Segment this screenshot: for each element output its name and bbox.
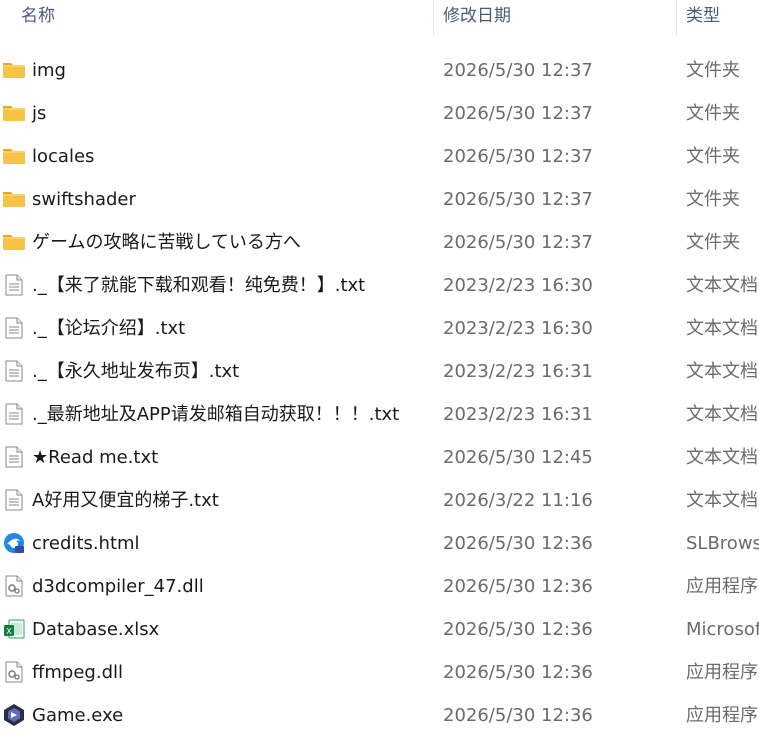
file-type: 应用程序扩展 xyxy=(686,662,759,683)
file-name: ._最新地址及APP请发邮箱自动获取！！！.txt xyxy=(32,404,400,425)
file-row[interactable]: swiftshader 2026/5/30 12:37 文件夹 xyxy=(0,178,759,221)
file-type: 文本文档 xyxy=(686,361,758,382)
file-modified-date: 2026/5/30 12:37 xyxy=(443,103,593,124)
file-type: 文件夹 xyxy=(686,103,740,124)
file-row[interactable]: ._【论坛介绍】.txt 2023/2/23 16:30 文本文档 xyxy=(0,307,759,350)
file-row[interactable]: locales 2026/5/30 12:37 文件夹 xyxy=(0,135,759,178)
dll-file-icon xyxy=(2,660,26,684)
file-modified-date: 2026/5/30 12:36 xyxy=(443,662,593,683)
column-header-type[interactable]: 类型 xyxy=(686,0,720,36)
file-name: ._【永久地址发布页】.txt xyxy=(32,361,240,382)
file-modified-date: 2026/5/30 12:36 xyxy=(443,705,593,726)
column-divider[interactable] xyxy=(433,0,434,36)
file-modified-date: 2026/5/30 12:36 xyxy=(443,533,593,554)
file-name: A好用又便宜的梯子.txt xyxy=(32,490,219,511)
dll-file-icon xyxy=(2,574,26,598)
file-modified-date: 2026/5/30 12:36 xyxy=(443,619,593,640)
file-modified-date: 2026/5/30 12:37 xyxy=(443,60,593,81)
folder-icon xyxy=(2,230,26,254)
file-modified-date: 2023/2/23 16:30 xyxy=(443,275,593,296)
file-name: img xyxy=(32,60,66,81)
file-type: 文本文档 xyxy=(686,404,758,425)
file-name: ゲームの攻略に苦戦している方へ xyxy=(32,232,301,253)
file-name: swiftshader xyxy=(32,189,136,210)
file-type: SLBrowser xyxy=(686,533,759,554)
column-header-name[interactable]: 名称 xyxy=(21,0,55,36)
file-row[interactable]: ゲームの攻略に苦戦している方へ 2026/5/30 12:37 文件夹 xyxy=(0,221,759,264)
folder-icon xyxy=(2,144,26,168)
file-modified-date: 2026/5/30 12:45 xyxy=(443,447,593,468)
file-modified-date: 2023/2/23 16:31 xyxy=(443,361,593,382)
file-name: ffmpeg.dll xyxy=(32,662,124,683)
file-list: img 2026/5/30 12:37 文件夹 js 2026/5/30 12:37 文件… xyxy=(0,49,759,735)
file-name: ★Read me.txt xyxy=(32,447,159,468)
browser-html-icon xyxy=(2,531,26,555)
file-row[interactable]: ._【永久地址发布页】.txt 2023/2/23 16:31 文本文档 xyxy=(0,350,759,393)
file-row[interactable]: d3dcompiler_47.dll 2026/5/30 12:36 应用程序扩展 xyxy=(0,565,759,608)
file-name: ._【论坛介绍】.txt xyxy=(32,318,186,339)
game-exe-icon xyxy=(2,703,26,727)
text-file-icon xyxy=(2,488,26,512)
file-name: Game.exe xyxy=(32,705,124,726)
file-modified-date: 2026/5/30 12:37 xyxy=(443,232,593,253)
file-row[interactable]: Game.exe 2026/5/30 12:36 应用程序 xyxy=(0,694,759,735)
file-row[interactable]: ._【来了就能下载和观看！纯免费！】.txt 2023/2/23 16:30 文本文… xyxy=(0,264,759,307)
file-row[interactable]: ffmpeg.dll 2026/5/30 12:36 应用程序扩展 xyxy=(0,651,759,694)
sort-chevron-up-icon: ^ xyxy=(216,0,226,5)
folder-icon xyxy=(2,187,26,211)
text-file-icon xyxy=(2,445,26,469)
svg-text:X: X xyxy=(6,627,12,636)
file-name: d3dcompiler_47.dll xyxy=(32,576,204,597)
file-type: 文本文档 xyxy=(686,490,758,511)
file-row[interactable]: img 2026/5/30 12:37 文件夹 xyxy=(0,49,759,92)
column-header-date[interactable]: 修改日期 xyxy=(443,0,511,36)
file-name: Database.xlsx xyxy=(32,619,160,640)
text-file-icon xyxy=(2,402,26,426)
excel-file-icon: X xyxy=(2,617,26,641)
file-name: js xyxy=(32,103,47,124)
file-modified-date: 2026/3/22 11:16 xyxy=(443,490,593,511)
file-type: 文件夹 xyxy=(686,60,740,81)
file-row[interactable]: credits.html 2026/5/30 12:36 SLBrowser xyxy=(0,522,759,565)
file-modified-date: 2026/5/30 12:37 xyxy=(443,146,593,167)
file-type: 文件夹 xyxy=(686,189,740,210)
file-row[interactable]: js 2026/5/30 12:37 文件夹 xyxy=(0,92,759,135)
file-type: 文本文档 xyxy=(686,275,758,296)
file-row[interactable]: A好用又便宜的梯子.txt 2026/3/22 11:16 文本文档 xyxy=(0,479,759,522)
file-type: 文件夹 xyxy=(686,232,740,253)
folder-icon xyxy=(2,58,26,82)
file-type: 文本文档 xyxy=(686,447,758,468)
file-name: credits.html xyxy=(32,533,140,554)
text-file-icon xyxy=(2,316,26,340)
file-modified-date: 2023/2/23 16:30 xyxy=(443,318,593,339)
file-type: 文件夹 xyxy=(686,146,740,167)
file-type: 文本文档 xyxy=(686,318,758,339)
column-header-bar: ^ 名称 修改日期 类型 xyxy=(0,0,759,36)
file-name: locales xyxy=(32,146,95,167)
file-row[interactable]: ._最新地址及APP请发邮箱自动获取！！！.txt 2023/2/23 16:31… xyxy=(0,393,759,436)
folder-icon xyxy=(2,101,26,125)
file-modified-date: 2026/5/30 12:37 xyxy=(443,189,593,210)
file-type: 应用程序 xyxy=(686,705,758,726)
file-row[interactable]: ★Read me.txt 2026/5/30 12:45 文本文档 xyxy=(0,436,759,479)
file-name: ._【来了就能下载和观看！纯免费！】.txt xyxy=(32,275,366,296)
file-row[interactable]: X Database.xlsx 2026/5/30 12:36 Microsoft xyxy=(0,608,759,651)
file-type: 应用程序扩展 xyxy=(686,576,759,597)
text-file-icon xyxy=(2,359,26,383)
file-type: Microsoft xyxy=(686,619,759,640)
column-divider[interactable] xyxy=(676,0,677,36)
file-modified-date: 2026/5/30 12:36 xyxy=(443,576,593,597)
file-modified-date: 2023/2/23 16:31 xyxy=(443,404,593,425)
text-file-icon xyxy=(2,273,26,297)
file-explorer-window: ^ 名称 修改日期 类型 img 2026/5/30 12:37 文件夹 js 2026… xyxy=(0,0,759,735)
